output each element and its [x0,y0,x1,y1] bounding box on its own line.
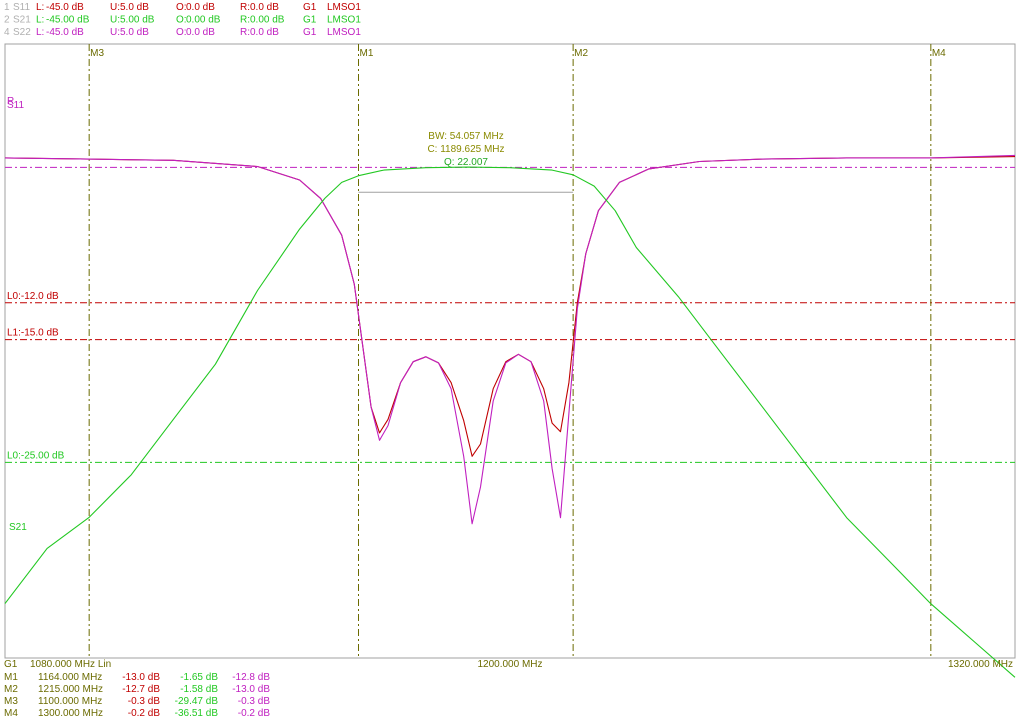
header-value-l: -45.0 dB [46,27,84,38]
header-value-o: 0.00 dB [186,15,221,26]
header-label-o: O: [176,2,187,13]
start-frequency: 1080.000 MHz Lin [30,659,111,670]
header-row-s21: 2 S21 L: -45.00 dB U: 5.00 dB O: 0.00 dB R: 0… [4,15,361,26]
header-label-r: R: [240,2,250,13]
header-memory: LMSO1 [327,2,361,13]
trace-header: 1 S11 L: -45.0 dB U: 5.0 dB O: 0.0 dB R: 0.0 … [4,2,361,38]
header-label-r: R: [240,15,250,26]
trace-label-s21: S21 [9,522,27,533]
limit-label: L1:-15.0 dB [7,328,59,339]
annotations: BW: 54.057 MHzC: 1189.625 MHzQ: 22.007RS… [7,96,574,533]
header-group: G1 [303,15,317,26]
bandwidth-text: BW: 54.057 MHz [428,131,503,142]
readout-s22: -12.8 dB [232,672,270,683]
readout-frequency: 1300.000 MHz [38,708,103,719]
center-frequency: 1200.000 MHz [477,659,542,670]
header-group: G1 [303,27,317,38]
header-value-u: 5.00 dB [120,15,155,26]
readout-marker-name: M4 [4,708,18,719]
vna-chart: 1 S11 L: -45.0 dB U: 5.0 dB O: 0.0 dB R: 0.0 … [4,2,1016,719]
header-trace-index: 4 [4,27,10,38]
header-label-l: L: [36,2,44,13]
limit-label: L0:-12.0 dB [7,291,59,302]
readout-s21: -29.47 dB [175,696,219,707]
header-trace-index: 2 [4,15,10,26]
readout-s11: -0.2 dB [128,708,161,719]
header-value-l: -45.0 dB [46,2,84,13]
header-label-u: U: [110,2,120,13]
marker-label-m4: M4 [932,48,946,59]
trace-s21 [4,166,1016,678]
trace-s11 [4,156,1016,457]
readout-s22: -13.0 dB [232,684,270,695]
readout-s11: -12.7 dB [122,684,160,695]
header-memory: LMSO1 [327,15,361,26]
marker-label-m1: M1 [360,48,374,59]
header-row-s11: 1 S11 L: -45.0 dB U: 5.0 dB O: 0.0 dB R: 0.0 … [4,2,361,13]
header-group: G1 [303,2,317,13]
readout-s21: -36.51 dB [175,708,219,719]
header-label-r: R: [240,27,250,38]
header-label-l: L: [36,15,44,26]
marker-readout-row: M1 1164.000 MHz -13.0 dB -1.65 dB -12.8 dB [4,672,270,683]
marker-lines: M1 M2 M3 M4 [88,44,946,658]
header-row-s22: 4 S22 L: -45.0 dB U: 5.0 dB O: 0.0 dB R: 0.0 … [4,27,361,38]
header-value-r: 0.0 dB [250,2,279,13]
readout-frequency: 1164.000 MHz [38,672,102,683]
limit-label: L0:-25.00 dB [7,450,65,461]
header-label-u: U: [110,15,120,26]
header-trace-index: 1 [4,2,10,13]
footer-group: G1 [4,659,18,670]
header-label-u: U: [110,27,120,38]
header-label-l: L: [36,27,44,38]
marker-readout-row: M3 1100.000 MHz -0.3 dB -29.47 dB -0.3 dB [4,696,270,707]
header-value-l: -45.00 dB [46,15,90,26]
marker-readout-row: M4 1300.000 MHz -0.2 dB -36.51 dB -0.2 dB [4,708,270,719]
traces [4,154,1016,678]
readout-frequency: 1100.000 MHz [38,696,102,707]
marker-readout-row: M2 1215.000 MHz -12.7 dB -1.58 dB -13.0 dB [4,684,270,695]
readout-frequency: 1215.000 MHz [38,684,103,695]
marker-label-m2: M2 [574,48,588,59]
readout-marker-name: M2 [4,684,18,695]
readout-s11: -13.0 dB [122,672,160,683]
stop-frequency: 1320.000 MHz [948,659,1013,670]
header-trace-name: S11 [13,2,30,13]
readout-marker-name: M3 [4,696,18,707]
header-label-o: O: [176,15,187,26]
readout-s11: -0.3 dB [128,696,161,707]
readout-s21: -1.65 dB [180,672,218,683]
header-value-u: 5.0 dB [120,27,149,38]
header-trace-name: S21 [13,15,31,26]
header-label-o: O: [176,27,187,38]
readout-s22: -0.3 dB [238,696,271,707]
header-value-r: 0.0 dB [250,27,279,38]
plot-frame [4,43,1016,659]
center-frequency-text: C: 1189.625 MHz [427,144,504,155]
header-memory: LMSO1 [327,27,361,38]
header-value-u: 5.0 dB [120,2,149,13]
header-value-o: 0.0 dB [186,2,215,13]
header-trace-name: S22 [13,27,31,38]
q-factor-text: Q: 22.007 [444,157,488,168]
trace-label-s11: S11 [7,100,24,111]
readout-marker-name: M1 [4,672,18,683]
readout-s22: -0.2 dB [238,708,271,719]
limit-lines: L0:-12.0 dB L1:-15.0 dB L0:-25.00 dB [5,166,1015,463]
header-value-r: 0.00 dB [250,15,285,26]
readout-s21: -1.58 dB [180,684,218,695]
marker-label-m3: M3 [90,48,104,59]
header-value-o: 0.0 dB [186,27,215,38]
footer: G1 1080.000 MHz Lin 1200.000 MHz 1320.000 M… [4,659,1013,719]
